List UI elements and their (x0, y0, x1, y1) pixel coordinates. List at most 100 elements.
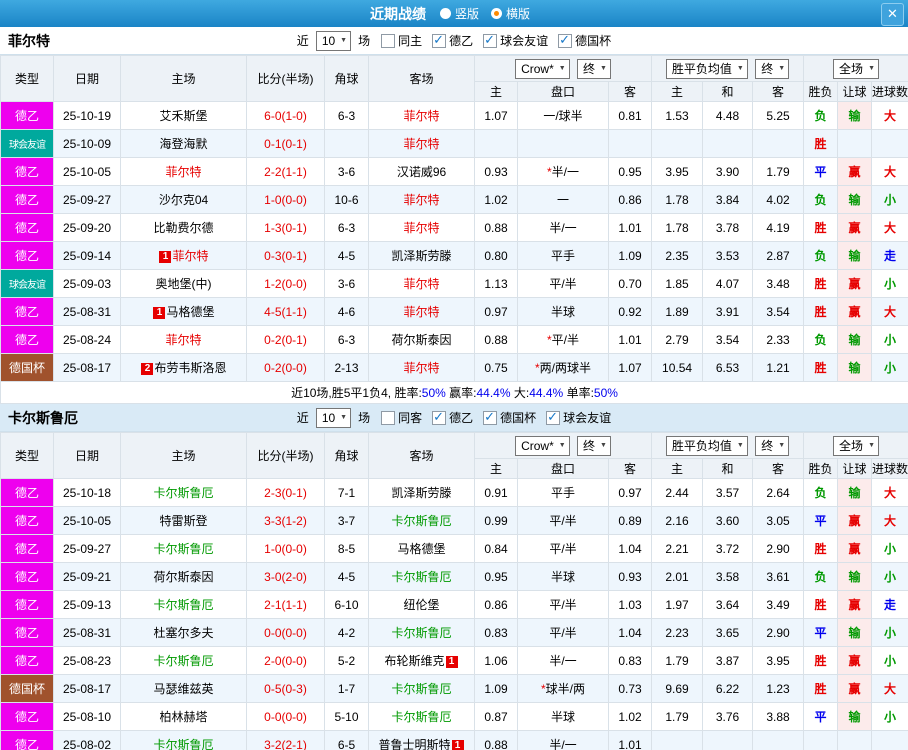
match-count-select[interactable]: 10 ▼ (315, 407, 352, 428)
odds-home-cell (474, 129, 518, 158)
odds-away-cell: 0.97 (607, 478, 653, 507)
fullmatch-select[interactable]: 全场 ▼ (833, 58, 879, 79)
radio-vertical-label[interactable]: 竖版 (455, 5, 479, 22)
avg-odds-cell: 3.91 (702, 297, 754, 326)
odds-away-cell: 1.09 (607, 241, 653, 270)
odds-home-cell: 0.88 (474, 325, 518, 354)
team-name: 柏林赫塔 (159, 710, 208, 724)
recent-results-popup: 近期战绩 竖版 横版 ✕ 菲尔特 近 10▼ 场 同主德乙球会友谊德国杯 (0, 0, 908, 750)
team-filter-bar: 菲尔特 近 10 ▼ 场 同主 德乙 球会友谊 德国杯 (0, 27, 908, 55)
radio-horizontal-label[interactable]: 横版 (506, 5, 530, 22)
filter-label: 德国杯 (500, 411, 537, 425)
odds-home-cell: 1.09 (474, 674, 518, 703)
checkbox-icon[interactable] (432, 32, 447, 48)
team-name: 菲尔特 (8, 32, 50, 49)
league-type-cell: 德乙 (0, 506, 54, 535)
filter-checkbox[interactable]: 德国杯 (483, 409, 536, 426)
odds-stage-select[interactable]: 终 ▼ (577, 58, 611, 79)
checkbox-icon[interactable] (381, 410, 396, 425)
match-count-select[interactable]: 10 ▼ (315, 30, 352, 51)
team-name: 卡尔斯鲁厄 (391, 514, 452, 528)
match-row: 德乙 25-09-14 1 菲尔特 0-3(0-1) 4-5 凯泽斯劳滕 0.80 平手 1.09… (0, 241, 908, 270)
avg-odds-cell: 2.44 (651, 478, 704, 507)
checkbox-icon[interactable] (546, 409, 561, 425)
col-header-corner: 角球 (324, 55, 369, 102)
avg-odds-cell: 3.05 (752, 506, 805, 535)
match-date: 25-08-23 (53, 646, 121, 675)
league-type-cell: 德乙 (0, 590, 54, 619)
col-header-goals: 进球数 (871, 458, 908, 479)
home-team-cell: 1 马格德堡 (120, 297, 247, 326)
team-name: 纽伦堡 (403, 598, 440, 612)
result-cell: 胜 (803, 534, 839, 563)
col-header-score: 比分(半场) (246, 55, 325, 102)
odds-away-cell: 1.04 (607, 534, 653, 563)
corner-cell: 3-6 (324, 157, 369, 186)
filter-label: 同主 (398, 34, 423, 48)
result-cell: 胜 (803, 590, 839, 619)
chevron-down-icon: ▼ (340, 36, 348, 44)
filter-checkbox[interactable]: 球会友谊 (483, 32, 548, 49)
match-date: 25-09-21 (53, 562, 121, 591)
league-type-cell: 德乙 (0, 730, 54, 750)
bookmaker-select[interactable]: Crow* ▼ (515, 58, 570, 79)
away-team-cell: 凯泽斯劳滕 (368, 241, 475, 270)
result-cell: 负 (803, 562, 839, 591)
odds-stage-select[interactable]: 终 ▼ (577, 435, 611, 456)
filter-checkbox[interactable]: 同客 (381, 409, 422, 426)
summary-segment: 胜率: (394, 386, 422, 400)
match-date: 25-09-27 (53, 185, 121, 214)
filter-checkbox[interactable]: 德乙 (432, 32, 473, 49)
odds-home-cell: 0.91 (474, 478, 518, 507)
avg-odds-cell: 3.72 (702, 534, 754, 563)
chevron-down-icon: ▼ (868, 64, 875, 72)
summary-text: 近10场,胜5平1负4, 胜率:50% 赢率:44.4% 大:44.4% 单率:… (0, 381, 908, 404)
avg-odds-cell: 1.53 (651, 101, 704, 130)
team-name: 卡尔斯鲁厄 (391, 570, 452, 584)
odds-home-cell: 0.83 (474, 618, 518, 647)
odds-home-cell: 0.97 (474, 297, 518, 326)
avg-odds-cell: 3.87 (702, 646, 754, 675)
filter-checkbox[interactable]: 球会友谊 (546, 409, 611, 426)
handicap-result-cell: 输 (837, 325, 873, 354)
avg-stage-select[interactable]: 终 ▼ (755, 58, 790, 79)
chevron-down-icon: ▼ (778, 441, 786, 449)
filter-checkbox[interactable]: 同主 (381, 32, 422, 49)
score-cell: 0-5(0-3) (246, 674, 325, 703)
handicap-result-cell: 输 (837, 478, 873, 507)
checkbox-icon[interactable] (558, 32, 573, 48)
filter-checkbox[interactable]: 德乙 (432, 409, 473, 426)
bookmaker-select[interactable]: Crow* ▼ (515, 435, 570, 456)
close-icon[interactable]: ✕ (881, 3, 904, 26)
radio-horizontal-icon[interactable] (491, 8, 502, 19)
col-header-date: 日期 (53, 432, 121, 479)
team-name: 卡尔斯鲁厄 (153, 542, 214, 556)
checkbox-icon[interactable] (381, 33, 396, 48)
away-team-cell: 纽伦堡 (368, 590, 475, 619)
checkbox-icon[interactable] (483, 409, 498, 425)
filter-checkbox[interactable]: 德国杯 (558, 32, 611, 49)
corner-cell: 4-2 (324, 618, 369, 647)
avg-select[interactable]: 胜平负均值 ▼ (665, 435, 748, 456)
filter-label: 德乙 (449, 34, 474, 48)
layout-radio-group: 竖版 横版 (439, 5, 538, 22)
avg-select[interactable]: 胜平负均值 ▼ (665, 58, 748, 79)
checkbox-icon[interactable] (483, 32, 498, 48)
match-date: 25-09-14 (53, 241, 121, 270)
team-name: 卡尔斯鲁厄 (391, 710, 452, 724)
avg-odds-cell (702, 730, 754, 750)
handicap-line-cell: *平/半 (517, 325, 609, 354)
odds-away-cell: 0.81 (607, 101, 653, 130)
checkbox-icon[interactable] (432, 409, 447, 425)
avg-value: 胜平负均值 (671, 438, 732, 453)
result-cell: 胜 (803, 129, 839, 158)
fullmatch-select[interactable]: 全场 ▼ (833, 435, 879, 456)
team-name: 特雷斯登 (159, 514, 208, 528)
goals-result-cell: 走 (871, 590, 908, 619)
goals-result-cell: 大 (871, 674, 908, 703)
radio-vertical-icon[interactable] (439, 8, 451, 19)
result-cell: 负 (803, 478, 839, 507)
filter-controls: 近 10 ▼ 场 同客 德乙 德国杯 球会友谊 (297, 407, 611, 428)
avg-stage-select[interactable]: 终 ▼ (755, 435, 790, 456)
match-date: 25-10-05 (53, 157, 121, 186)
